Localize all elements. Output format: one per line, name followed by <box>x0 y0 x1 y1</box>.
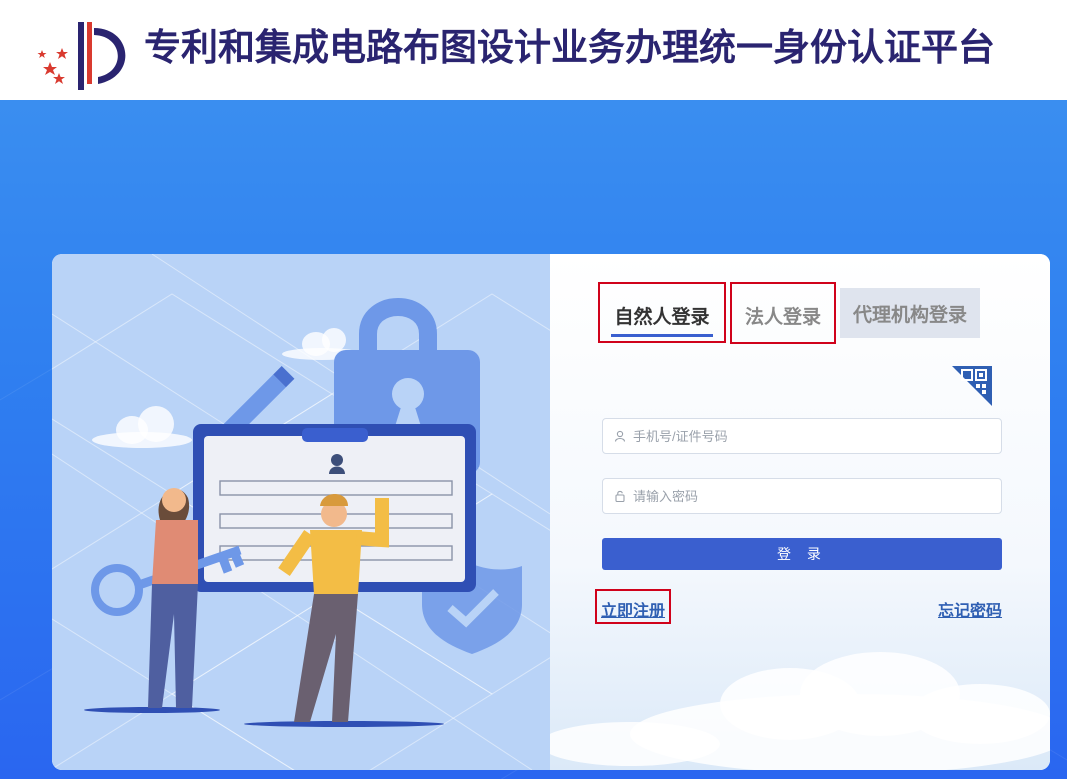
forgot-password-link[interactable]: 忘记密码 <box>938 597 1002 621</box>
lock-icon <box>613 489 627 503</box>
login-panel: 自然人登录 法人登录 代理机构登录 手机号/证件号码 登 录 立即注册 忘记密码 <box>550 254 1050 770</box>
tab-legal-person-login[interactable]: 法人登录 <box>732 290 834 340</box>
tab-natural-person-login[interactable]: 自然人登录 <box>600 290 724 340</box>
qr-code-icon[interactable] <box>952 366 992 406</box>
security-illustration <box>52 254 550 770</box>
login-card: 自然人登录 法人登录 代理机构登录 手机号/证件号码 登 录 立即注册 忘记密码 <box>52 254 1050 770</box>
login-button[interactable]: 登 录 <box>602 538 1002 570</box>
tab-agency-login[interactable]: 代理机构登录 <box>840 288 980 338</box>
account-field <box>602 418 1002 454</box>
account-input[interactable] <box>633 428 993 444</box>
cnipa-logo-icon <box>37 22 126 90</box>
password-input[interactable] <box>633 488 993 504</box>
site-title: 专利和集成电路布图设计业务办理统一身份认证平台 <box>144 26 995 69</box>
header: 专利和集成电路布图设计业务办理统一身份认证平台 <box>0 0 1067 100</box>
register-link[interactable]: 立即注册 <box>601 597 665 621</box>
user-icon <box>613 429 627 443</box>
password-field <box>602 478 1002 514</box>
